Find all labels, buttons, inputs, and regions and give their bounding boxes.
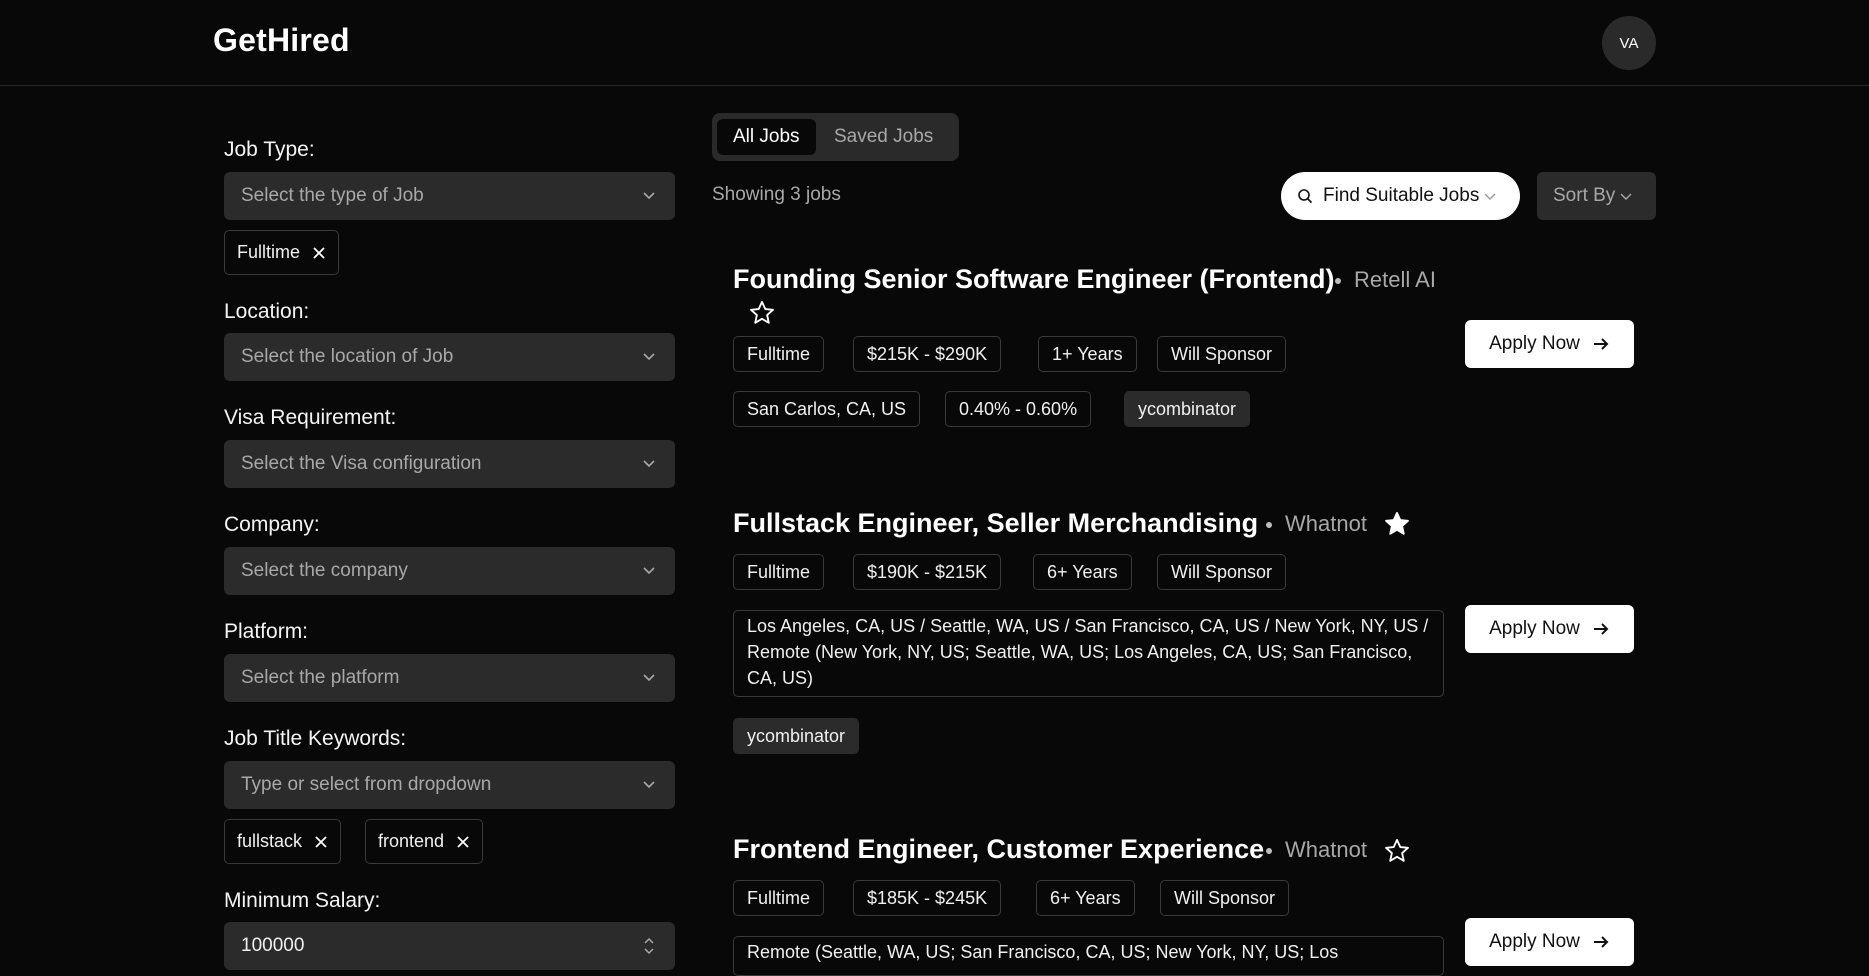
find-label: Find Suitable Jobs bbox=[1323, 185, 1480, 206]
job-tabs: All Jobs Saved Jobs bbox=[712, 113, 959, 161]
salary-tag: $215K - $290K bbox=[853, 336, 1002, 372]
visa-select[interactable]: Select the Visa configuration bbox=[224, 440, 675, 488]
min-salary-value: 100000 bbox=[241, 935, 305, 956]
platform-label: Platform: bbox=[224, 620, 309, 643]
job-type-placeholder: Select the type of Job bbox=[241, 185, 424, 206]
chevron-down-icon bbox=[1620, 193, 1632, 200]
keywords-label: Job Title Keywords: bbox=[224, 727, 407, 750]
salary-tag: $185K - $245K bbox=[853, 880, 1002, 916]
chevron-down-icon bbox=[1484, 193, 1496, 200]
app-header: GetHired VA bbox=[0, 0, 1869, 86]
star-outline-icon[interactable] bbox=[748, 299, 776, 327]
apply-label: Apply Now bbox=[1489, 333, 1580, 354]
visa-placeholder: Select the Visa configuration bbox=[241, 453, 482, 474]
company-placeholder: Select the company bbox=[241, 560, 408, 581]
chevron-down-icon bbox=[643, 353, 655, 361]
keywords-placeholder: Type or select from dropdown bbox=[241, 774, 492, 795]
location-label: Location: bbox=[224, 300, 310, 323]
chevron-down-icon bbox=[643, 192, 655, 200]
arrow-right-icon bbox=[1593, 623, 1609, 635]
company-select[interactable]: Select the company bbox=[224, 547, 675, 595]
job-type-chip: Fulltime bbox=[224, 230, 340, 275]
chevron-down-icon bbox=[643, 567, 655, 575]
stepper-icon[interactable] bbox=[643, 936, 655, 956]
platform-placeholder: Select the platform bbox=[241, 667, 400, 688]
job-title[interactable]: Frontend Engineer, Customer Experience bbox=[733, 834, 1264, 865]
close-icon[interactable] bbox=[456, 835, 470, 849]
job-title[interactable]: Fullstack Engineer, Seller Merchandising bbox=[733, 508, 1258, 539]
source-tag: ycombinator bbox=[733, 718, 860, 754]
chevron-down-icon bbox=[643, 460, 655, 468]
sponsor-tag: Will Sponsor bbox=[1157, 554, 1287, 590]
star-outline-icon[interactable] bbox=[1383, 837, 1411, 865]
tab-saved-jobs[interactable]: Saved Jobs bbox=[818, 119, 949, 155]
star-filled-icon[interactable] bbox=[1383, 510, 1411, 538]
experience-tag: 1+ Years bbox=[1038, 336, 1137, 372]
sort-by-dropdown[interactable]: Sort By bbox=[1537, 172, 1656, 220]
results-count: Showing 3 jobs bbox=[712, 184, 841, 205]
chip-label: Fulltime bbox=[237, 242, 301, 262]
location-placeholder: Select the location of Job bbox=[241, 346, 454, 367]
job-type-label: Job Type: bbox=[224, 138, 315, 161]
min-salary-input[interactable]: 100000 bbox=[224, 922, 675, 970]
visa-label: Visa Requirement: bbox=[224, 406, 397, 429]
location-tag: San Carlos, CA, US bbox=[733, 391, 921, 427]
job-type-tag: Fulltime bbox=[733, 554, 825, 590]
find-suitable-jobs-button[interactable]: Find Suitable Jobs bbox=[1281, 172, 1520, 220]
location-select[interactable]: Select the location of Job bbox=[224, 333, 675, 381]
keywords-input[interactable]: Type or select from dropdown bbox=[224, 761, 675, 809]
apply-now-button[interactable]: Apply Now bbox=[1465, 320, 1634, 368]
apply-now-button[interactable]: Apply Now bbox=[1465, 605, 1634, 653]
company-name: Whatnot bbox=[1285, 837, 1367, 862]
search-icon bbox=[1298, 189, 1313, 204]
apply-now-button[interactable]: Apply Now bbox=[1465, 918, 1634, 966]
company-name: Whatnot bbox=[1285, 511, 1367, 536]
job-type-tag: Fulltime bbox=[733, 336, 825, 372]
job-title[interactable]: Founding Senior Software Engineer (Front… bbox=[733, 264, 1335, 295]
close-icon[interactable] bbox=[314, 835, 328, 849]
keyword-chip: fullstack bbox=[224, 819, 342, 864]
job-type-tag: Fulltime bbox=[733, 880, 825, 916]
platform-select[interactable]: Select the platform bbox=[224, 654, 675, 702]
company-name: Retell AI bbox=[1354, 267, 1436, 292]
chevron-down-icon bbox=[643, 674, 655, 682]
chip-label: frontend bbox=[378, 831, 445, 851]
company-label: Company: bbox=[224, 513, 320, 536]
sponsor-tag: Will Sponsor bbox=[1157, 336, 1287, 372]
min-salary-label: Minimum Salary: bbox=[224, 889, 381, 912]
separator-dot bbox=[1335, 278, 1341, 284]
sort-label: Sort By bbox=[1553, 185, 1616, 206]
experience-tag: 6+ Years bbox=[1036, 880, 1135, 916]
equity-tag: 0.40% - 0.60% bbox=[945, 391, 1092, 427]
arrow-right-icon bbox=[1593, 338, 1609, 350]
brand-logo[interactable]: GetHired bbox=[213, 22, 350, 59]
chevron-down-icon bbox=[643, 781, 655, 789]
salary-tag: $190K - $215K bbox=[853, 554, 1002, 590]
experience-tag: 6+ Years bbox=[1033, 554, 1132, 590]
job-type-select[interactable]: Select the type of Job bbox=[224, 172, 675, 220]
user-avatar[interactable]: VA bbox=[1602, 16, 1656, 70]
close-icon[interactable] bbox=[312, 246, 326, 260]
separator-dot bbox=[1266, 848, 1272, 854]
source-tag: ycombinator bbox=[1124, 391, 1251, 427]
apply-label: Apply Now bbox=[1489, 618, 1580, 639]
location-tag: Remote (Seattle, WA, US; San Francisco, … bbox=[733, 936, 1444, 976]
sponsor-tag: Will Sponsor bbox=[1160, 880, 1290, 916]
keyword-chip: frontend bbox=[365, 819, 484, 864]
filters-sidebar: Job Type: Select the type of Job Fulltim… bbox=[224, 86, 676, 970]
location-tag: Los Angeles, CA, US / Seattle, WA, US / … bbox=[733, 610, 1444, 697]
arrow-right-icon bbox=[1593, 936, 1609, 948]
apply-label: Apply Now bbox=[1489, 931, 1580, 952]
chip-label: fullstack bbox=[237, 831, 303, 851]
tab-all-jobs[interactable]: All Jobs bbox=[717, 119, 816, 155]
separator-dot bbox=[1266, 522, 1272, 528]
